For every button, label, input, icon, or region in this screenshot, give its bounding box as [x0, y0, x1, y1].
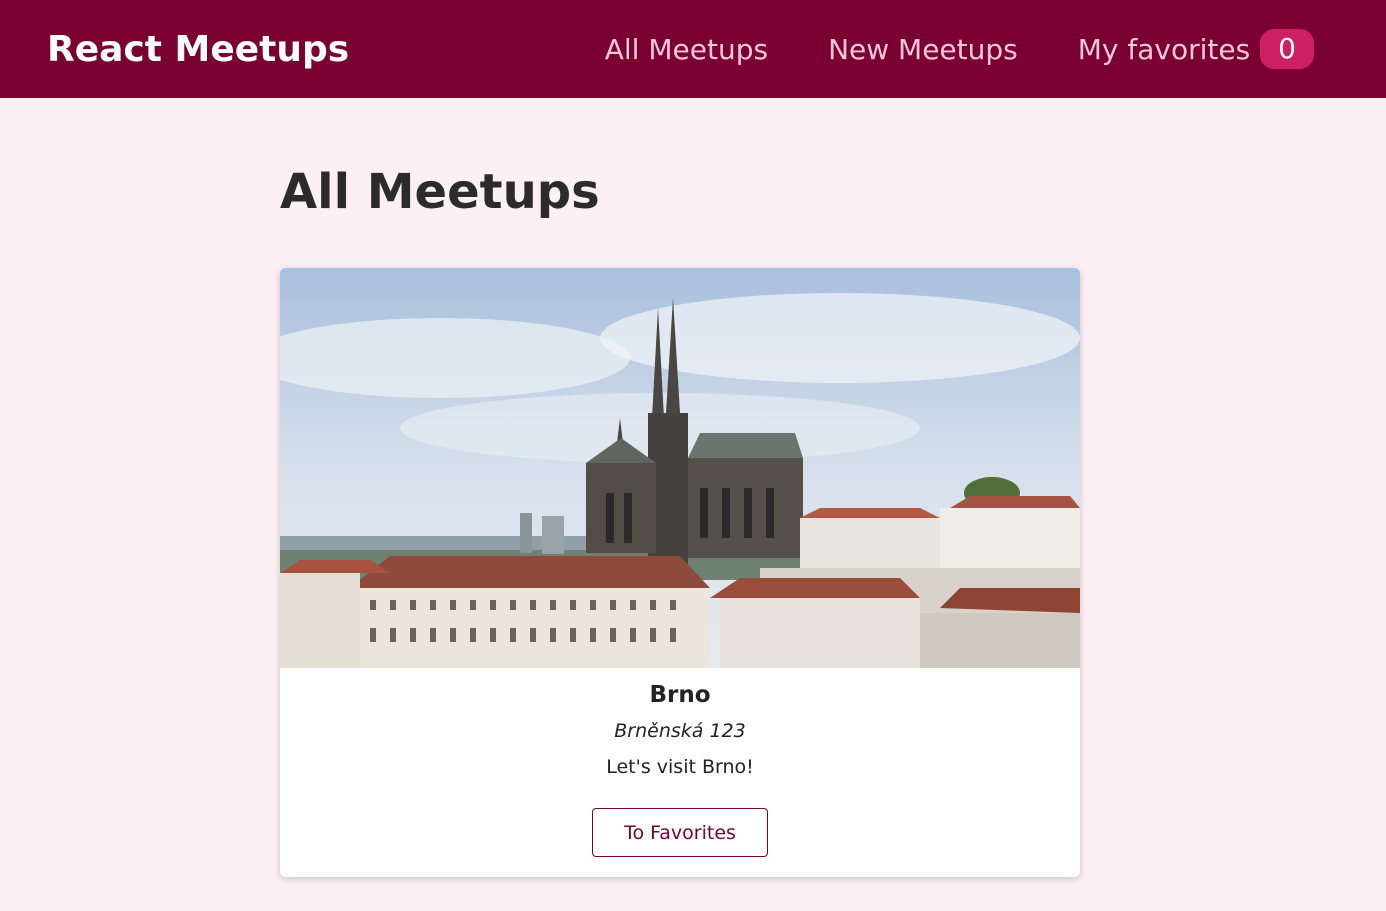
- meetup-title: Brno: [649, 682, 711, 708]
- main-content: All Meetups Brno Brněnská 123 Let's visi…: [280, 98, 1080, 877]
- nav-link-new-meetups[interactable]: New Meetups: [828, 33, 1018, 66]
- page-title: All Meetups: [280, 164, 600, 220]
- to-favorites-button[interactable]: To Favorites: [592, 808, 768, 857]
- nav-link-my-favorites-label: My favorites: [1077, 32, 1251, 66]
- meetup-image: [280, 268, 1080, 668]
- main-header: React Meetups All Meetups New Meetups My…: [0, 0, 1386, 98]
- main-nav: All Meetups New Meetups My favorites 0: [605, 29, 1314, 69]
- favorites-count-badge: 0: [1260, 29, 1314, 69]
- meetup-address: Brněnská 123: [614, 720, 746, 742]
- meetup-card: Brno Brněnská 123 Let's visit Brno! To F…: [280, 268, 1080, 877]
- app-logo: React Meetups: [47, 28, 350, 70]
- meetup-description: Let's visit Brno!: [606, 756, 754, 778]
- nav-link-all-meetups[interactable]: All Meetups: [605, 33, 768, 66]
- meetup-card-body: Brno Brněnská 123 Let's visit Brno! To F…: [280, 668, 1080, 877]
- nav-link-my-favorites[interactable]: My favorites 0: [1078, 29, 1314, 69]
